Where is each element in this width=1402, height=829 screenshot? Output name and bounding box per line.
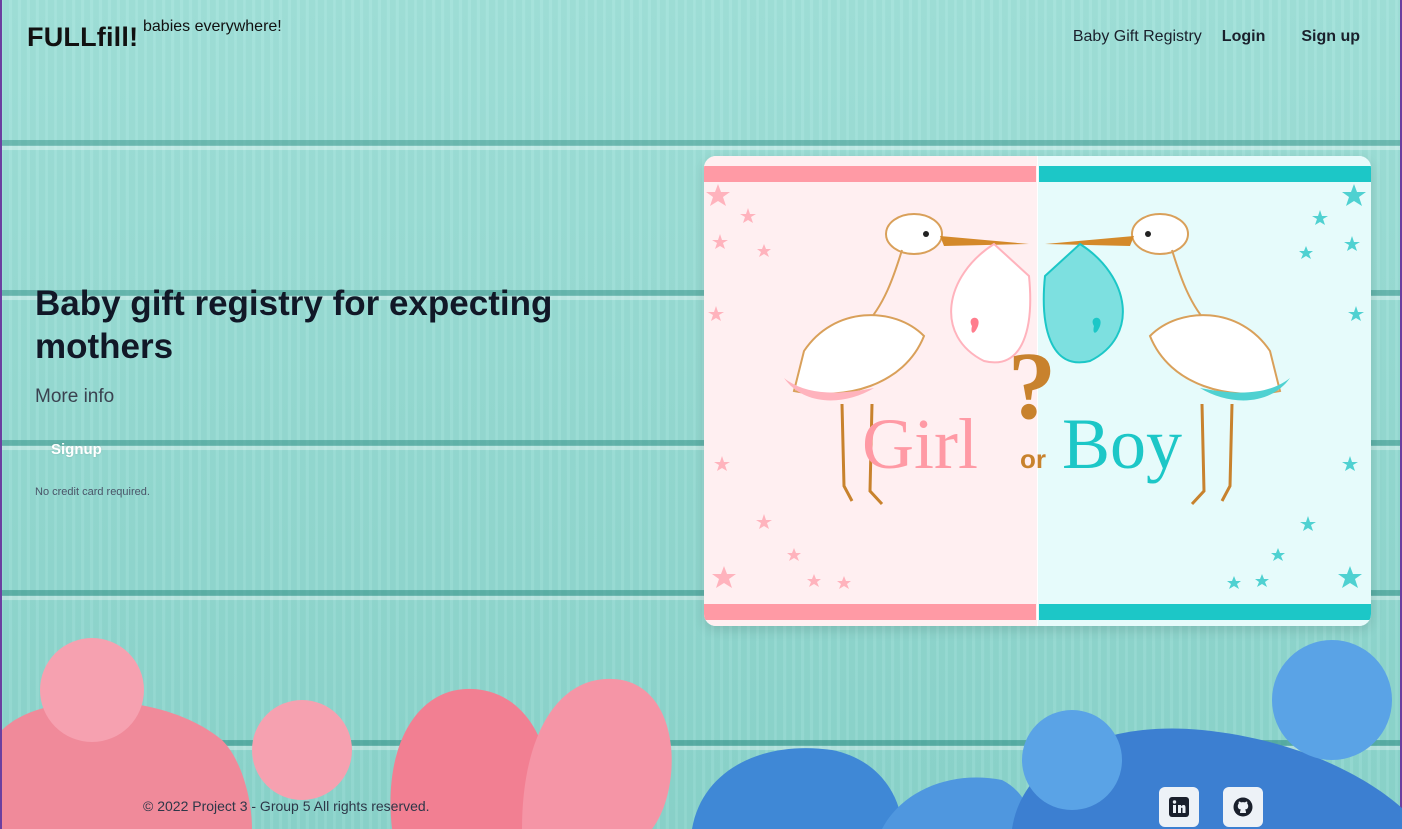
site-header: FULLfill! babies everywhere! Baby Gift R… [2, 0, 1400, 80]
more-info-text: More info [35, 386, 115, 407]
brand-tagline: babies everywhere! [143, 18, 282, 35]
main-nav: Baby Gift Registry Login Sign up [1073, 28, 1360, 46]
or-text: or [1020, 444, 1046, 474]
girl-text: Girl [862, 404, 978, 484]
brand-logo[interactable]: FULLfill! [27, 22, 138, 53]
linkedin-link[interactable] [1159, 787, 1199, 827]
nav-sign-up[interactable]: Sign up [1301, 28, 1360, 46]
question-mark: ? [1008, 332, 1056, 439]
signup-button[interactable]: Signup [35, 432, 118, 466]
github-link[interactable] [1223, 787, 1263, 827]
copyright-text: © 2022 Project 3 - Group 5 All rights re… [143, 798, 430, 814]
gender-reveal-image: Girl or Boy ? [704, 156, 1371, 626]
linkedin-icon [1169, 797, 1189, 817]
hero-title: Baby gift registry for expecting mothers [35, 284, 553, 366]
storks-illustration: Girl or Boy ? [704, 156, 1371, 626]
github-icon [1233, 797, 1253, 817]
no-credit-card-note: No credit card required. [35, 486, 150, 498]
nav-baby-gift-registry[interactable]: Baby Gift Registry [1073, 28, 1202, 46]
nav-login[interactable]: Login [1222, 28, 1266, 46]
boy-text: Boy [1062, 404, 1182, 484]
